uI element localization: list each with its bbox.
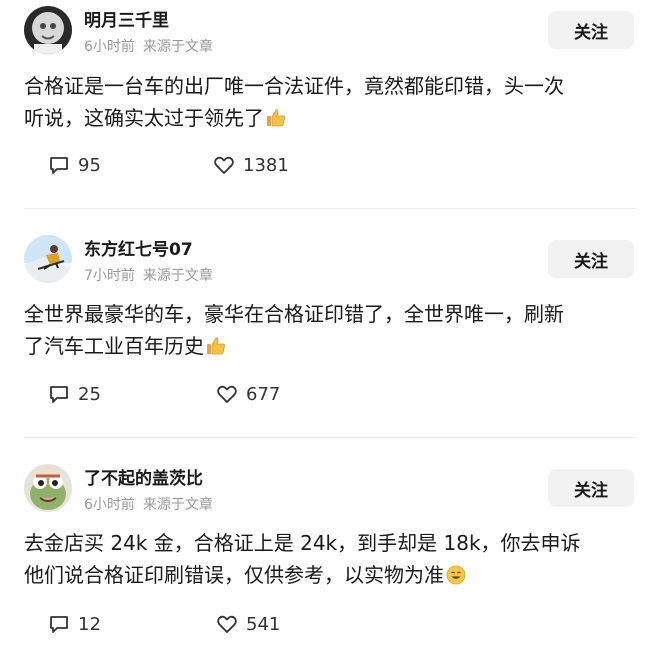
thumbs-up-icon — [206, 333, 226, 365]
like-count: 677 — [246, 383, 281, 405]
comment-count: 95 — [78, 154, 101, 176]
follow-button[interactable]: 关注 — [548, 469, 634, 507]
post-meta: 6小时前 来源于文章 — [84, 36, 213, 56]
comment-line-last: 听说，这确实太过于领先了 — [24, 102, 636, 137]
like-button[interactable]: 1381 — [213, 154, 289, 176]
comment-line-last: 了汽车工业百年历史 — [24, 330, 636, 365]
heart-icon — [217, 615, 237, 633]
post-time: 6小时前 — [84, 497, 135, 513]
avatar[interactable] — [24, 6, 72, 54]
comment-icon — [50, 616, 68, 633]
comment-line-last: 他们说合格证印刷错误，仅供参考，以实物为准 — [24, 559, 636, 594]
comment-line: 去金店买 24k 金，合格证上是 24k，到手却是 18k，你去申诉 — [24, 531, 581, 555]
like-button[interactable]: 541 — [216, 613, 280, 635]
comment-line: 合格证是一台车的出厂唯一合法证件，竟然都能印错，头一次 — [24, 74, 564, 98]
heart-icon — [214, 156, 234, 174]
comment-line: 全世界最豪华的车，豪华在合格证印错了，全世界唯一，刷新 — [24, 302, 564, 326]
username[interactable]: 东方红七号07 — [84, 235, 193, 260]
comment-count: 12 — [78, 613, 101, 635]
like-count: 1381 — [243, 154, 289, 176]
follow-button[interactable]: 关注 — [548, 11, 634, 49]
comment-count-button[interactable]: 12 — [48, 613, 101, 635]
post-time: 7小时前 — [84, 268, 135, 284]
username[interactable]: 了不起的盖茨比 — [84, 464, 203, 489]
comment-text: 全世界最豪华的车，豪华在合格证印错了，全世界唯一，刷新 了汽车工业百年历史 — [24, 298, 636, 365]
follow-button[interactable]: 关注 — [548, 240, 634, 278]
grinning-face-icon — [446, 562, 466, 594]
post-meta: 6小时前 来源于文章 — [84, 494, 213, 514]
comment-text: 去金店买 24k 金，合格证上是 24k，到手却是 18k，你去申诉 他们说合格… — [24, 527, 636, 594]
comment-icon — [50, 386, 68, 403]
username[interactable]: 明月三千里 — [84, 6, 169, 31]
post-source: 来源于文章 — [142, 268, 213, 284]
avatar[interactable] — [24, 464, 72, 512]
thumbs-up-icon — [266, 105, 286, 137]
post-source: 来源于文章 — [142, 497, 213, 513]
heart-icon — [217, 385, 237, 403]
comment-text: 合格证是一台车的出厂唯一合法证件，竟然都能印错，头一次 听说，这确实太过于领先了 — [24, 70, 636, 137]
post-meta: 7小时前 来源于文章 — [84, 265, 213, 285]
divider — [24, 208, 636, 209]
avatar[interactable] — [24, 235, 72, 283]
comment-count: 25 — [78, 383, 101, 405]
post-source: 来源于文章 — [142, 39, 213, 55]
divider — [24, 437, 636, 438]
comment-count-button[interactable]: 95 — [48, 154, 101, 176]
post-time: 6小时前 — [84, 39, 135, 55]
comment-count-button[interactable]: 25 — [48, 383, 101, 405]
like-button[interactable]: 677 — [216, 383, 280, 405]
like-count: 541 — [246, 613, 281, 635]
comment-icon — [50, 157, 68, 174]
